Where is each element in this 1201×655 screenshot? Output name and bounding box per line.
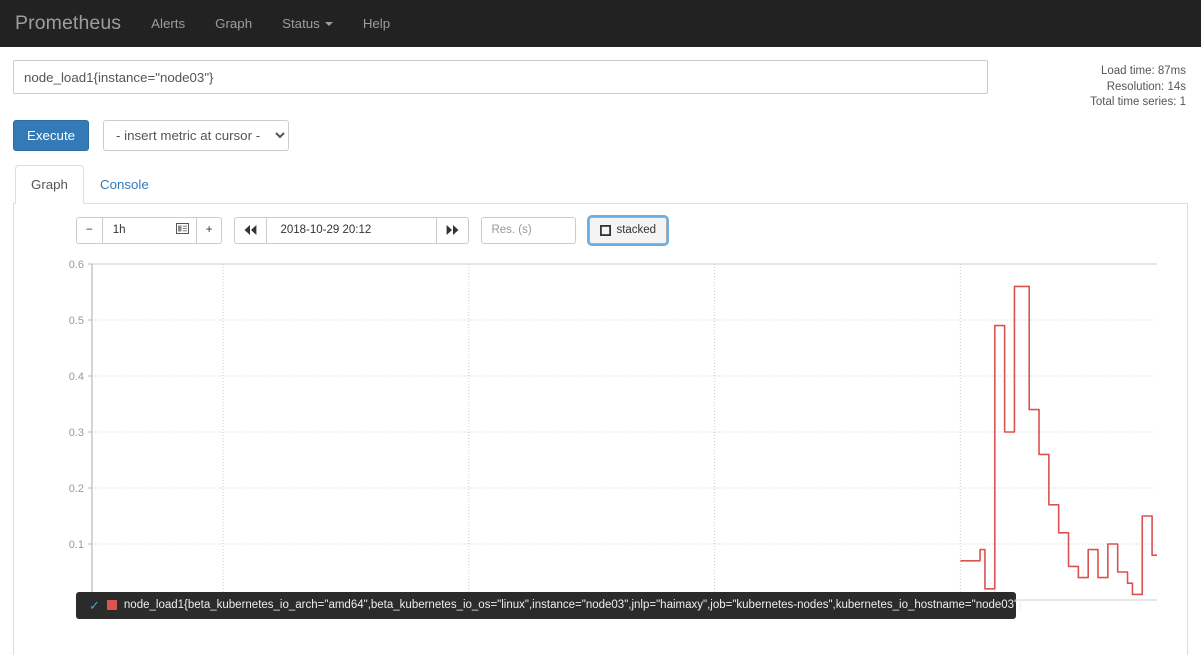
nav-item-alerts[interactable]: Alerts <box>136 0 200 47</box>
graph-panel: − 1h + 2018-10-29 20:12 Res. (s) stacked… <box>13 203 1188 655</box>
y-axis-tick: 0.4 <box>69 371 84 383</box>
step-back-button[interactable] <box>234 216 268 244</box>
nav-item-help-label: Help <box>362 16 391 31</box>
stacked-toggle-button[interactable]: stacked <box>589 216 668 244</box>
chart-legend[interactable]: ✓ node_load1{beta_kubernetes_io_arch="am… <box>76 591 1022 619</box>
nav-item-status[interactable]: Status <box>267 0 348 47</box>
load-time: Load time: 87ms <box>1100 65 1186 77</box>
stacked-icon <box>600 224 612 236</box>
nav-item-graph[interactable]: Graph <box>200 0 267 47</box>
rewind-icon <box>245 225 257 235</box>
time-series-chart[interactable]: 00.10.20.30.40.50.619:1519:3019:4520:00 <box>14 252 1189 622</box>
brand-logo[interactable]: Prometheus <box>13 12 136 35</box>
nav-item-graph-label: Graph <box>215 16 253 31</box>
page-content: Load time: 87ms Resolution: 14s Total ti… <box>0 47 1201 655</box>
legend-series-label: node_load1{beta_kubernetes_io_arch="amd6… <box>123 599 1022 611</box>
resolution-input[interactable] <box>481 216 577 244</box>
range-control-group: − 1h + <box>76 216 223 244</box>
range-list-icon[interactable] <box>175 223 189 237</box>
legend-check-icon[interactable]: ✓ <box>89 599 100 612</box>
nav-item-alerts-label: Alerts <box>151 16 186 31</box>
y-axis-tick: 0.6 <box>69 259 84 271</box>
expression-input[interactable] <box>13 60 988 94</box>
range-input[interactable]: 1h <box>101 216 197 244</box>
chart-area: 00.10.20.30.40.50.619:1519:3019:4520:00 <box>14 252 1187 622</box>
query-stats: Load time: 87ms Resolution: 14s Total ti… <box>1090 60 1188 111</box>
tab-bar: Graph Console <box>13 164 1188 204</box>
navbar: Prometheus Alerts Graph Status Help <box>0 0 1201 47</box>
query-actions: Execute - insert metric at cursor - <box>13 119 1188 151</box>
y-axis-tick: 0.3 <box>69 427 84 439</box>
end-time-input[interactable]: 2018-10-29 20:12 <box>266 216 438 244</box>
query-row: Load time: 87ms Resolution: 14s Total ti… <box>13 47 1188 111</box>
legend-color-swatch <box>106 600 117 610</box>
nav-item-help[interactable]: Help <box>348 0 405 47</box>
step-forward-button[interactable] <box>436 216 470 244</box>
series-line <box>960 285 1157 595</box>
query-column <box>13 60 988 111</box>
tab-console[interactable]: Console <box>84 165 165 204</box>
tab-graph[interactable]: Graph <box>15 164 84 204</box>
y-axis-tick: 0.5 <box>69 315 84 327</box>
decrease-range-button[interactable]: − <box>76 216 103 244</box>
y-axis-tick: 0.1 <box>69 539 84 551</box>
increase-range-button[interactable]: + <box>195 216 223 244</box>
time-control-group: 2018-10-29 20:12 <box>234 216 470 244</box>
y-axis-tick: 0.2 <box>69 483 84 495</box>
stacked-toggle-label: stacked <box>616 224 657 236</box>
total-time-series: Total time series: 1 <box>1090 96 1186 108</box>
execute-button[interactable]: Execute <box>13 119 90 151</box>
metric-select[interactable]: - insert metric at cursor - <box>103 119 290 151</box>
nav-item-status-label: Status <box>282 16 320 31</box>
chevron-down-icon <box>324 21 333 26</box>
resolution-stat: Resolution: 14s <box>1106 80 1186 93</box>
graph-controls: − 1h + 2018-10-29 20:12 Res. (s) stacked <box>14 204 1187 244</box>
range-input-value: 1h <box>112 224 126 236</box>
fast-forward-icon <box>447 225 459 235</box>
